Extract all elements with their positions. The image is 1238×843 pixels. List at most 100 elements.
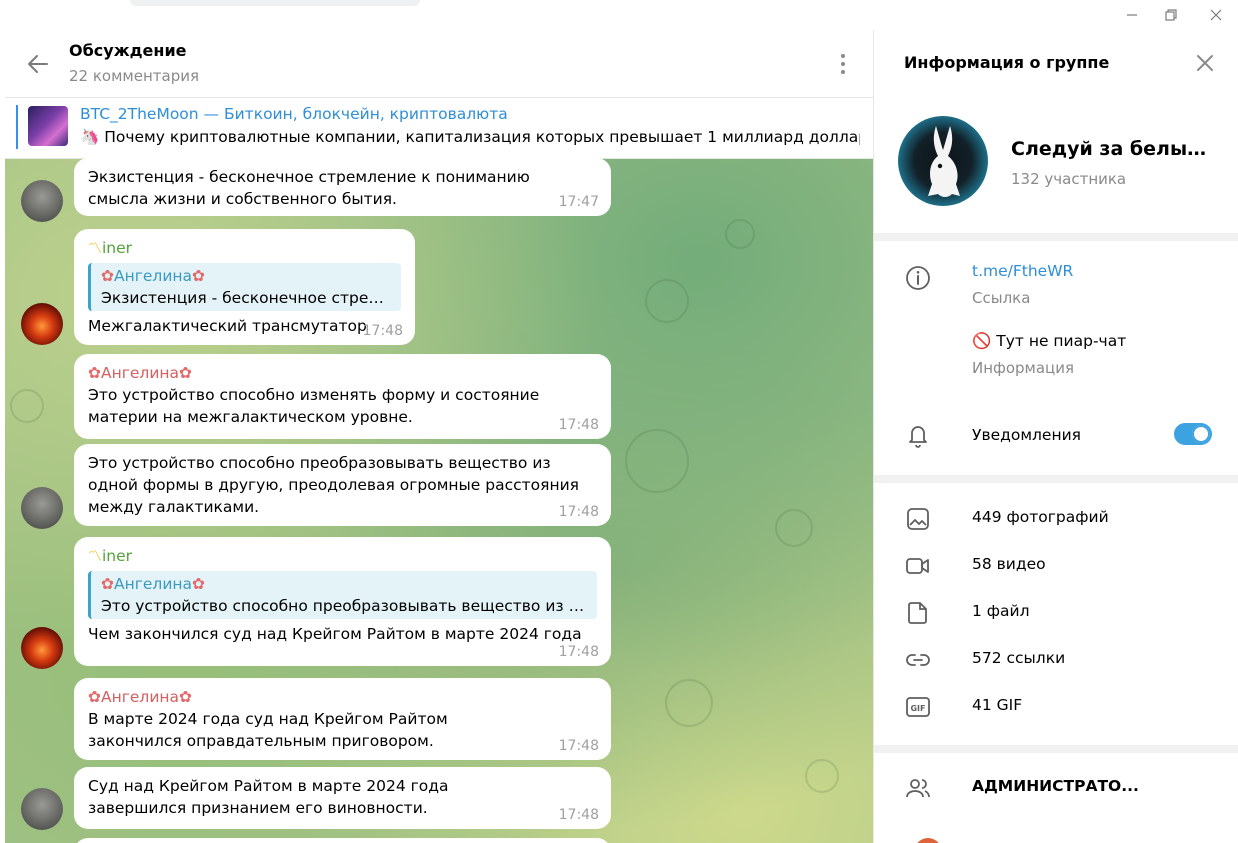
wallpaper-doodle <box>805 759 839 793</box>
sender-name[interactable]: 〽iner <box>88 545 597 568</box>
message-text: Суд над Крейгом Райтом в марте 2024 года… <box>88 777 449 817</box>
group-members: 132 участника <box>1011 170 1127 188</box>
minimize-button[interactable] <box>1117 4 1147 26</box>
message-time: 17:48 <box>558 807 599 823</box>
notifications-label: Уведомления <box>972 426 1081 444</box>
message-bubble[interactable]: 〽iner ✿Ангелина✿ Это устройство способно… <box>74 537 611 666</box>
kebab-dot-icon <box>841 62 845 66</box>
wallpaper-doodle <box>10 389 44 423</box>
gif-icon: GIF <box>906 697 930 717</box>
media-files[interactable]: 1 файл <box>972 602 1030 620</box>
discussion-panel: Обсуждение 22 комментария BTC_2TheMoon —… <box>5 30 873 843</box>
flower-icon: ✿ <box>88 688 101 706</box>
photo-icon <box>907 508 929 530</box>
message-bubble[interactable]: Суд над Крейгом Райтом в марте 2024 года… <box>74 767 611 829</box>
group-link-label: Ссылка <box>972 289 1031 307</box>
restore-icon <box>1165 9 1177 21</box>
wallpaper-doodle <box>645 279 689 323</box>
user-avatar[interactable] <box>21 303 63 345</box>
media-gifs[interactable]: 41 GIF <box>972 696 1022 714</box>
crown-icon: 〽 <box>88 549 102 565</box>
reply-sender: ✿Ангелина✿ <box>101 267 206 285</box>
window-titlebar <box>0 0 1238 30</box>
wallpaper-doodle <box>665 679 713 727</box>
flower-icon: ✿ <box>192 267 206 285</box>
tab-shadow <box>130 0 420 6</box>
sender-name[interactable]: 〽iner <box>88 237 401 260</box>
reply-text: Это устройство способно преобразовывать … <box>101 597 587 615</box>
wallpaper-doodle <box>625 429 689 493</box>
message-bubble[interactable]: 〽iner ✿Ангелина✿ Экзистенция - бесконечн… <box>74 229 415 345</box>
admins-header[interactable]: АДМИНИСТРАТО... <box>972 777 1139 795</box>
pinned-channel-name: BTC_2TheMoon — Биткоин, блокчейн, крипто… <box>80 105 508 123</box>
message-text: В марте 2024 года суд над Крейгом Райтом… <box>88 710 448 750</box>
group-avatar[interactable] <box>898 116 988 206</box>
pinned-thumbnail <box>28 106 68 146</box>
message-time: 17:48 <box>558 644 599 660</box>
user-avatar[interactable] <box>21 788 63 830</box>
admin-avatar-partial[interactable] <box>914 838 942 843</box>
kebab-dot-icon <box>841 54 845 58</box>
message-bubble[interactable]: ✿Ангелина✿ Это устройство способно измен… <box>74 354 611 439</box>
group-description: 🚫 Тут не пиар-чат <box>972 332 1127 350</box>
media-photos[interactable]: 449 фотографий <box>972 508 1109 526</box>
close-window-button[interactable] <box>1201 4 1231 26</box>
message-bubble[interactable]: Это устройство способно преобразовывать … <box>74 444 611 526</box>
message-time: 17:47 <box>558 194 599 210</box>
message-time: 17:48 <box>558 738 599 754</box>
users-icon <box>906 779 930 798</box>
group-info-title: Информация о группе <box>904 53 1110 72</box>
reply-quote[interactable]: ✿Ангелина✿ Это устройство способно преоб… <box>88 571 597 619</box>
media-links[interactable]: 572 ссылки <box>972 649 1065 667</box>
flower-icon: ✿ <box>101 267 114 285</box>
user-avatar[interactable] <box>21 487 63 529</box>
minimize-icon <box>1127 14 1137 16</box>
wallpaper-doodle <box>725 219 755 249</box>
comments-count: 22 комментария <box>69 67 199 85</box>
pinned-post-text: 🦄 Почему криптовалютные компании, капита… <box>80 128 860 146</box>
file-icon <box>908 602 927 624</box>
group-info-panel: Информация о группе Следуй за белым ... … <box>873 30 1238 843</box>
bell-icon <box>909 426 927 448</box>
flower-icon: ✿ <box>192 575 206 593</box>
pinned-post[interactable]: BTC_2TheMoon — Биткоин, блокчейн, крипто… <box>5 98 873 159</box>
back-button[interactable] <box>25 51 51 77</box>
reply-sender: ✿Ангелина✿ <box>101 575 206 593</box>
media-videos[interactable]: 58 видео <box>972 555 1046 573</box>
user-avatar[interactable] <box>21 627 63 669</box>
message-time: 17:48 <box>558 504 599 520</box>
close-icon <box>1197 55 1213 71</box>
video-icon <box>906 558 929 574</box>
discussion-header: Обсуждение 22 комментария <box>5 30 873 98</box>
reply-text: Экзистенция - бесконечное стремл... <box>101 289 391 307</box>
message-bubble[interactable]: ✿Ангелина✿ В марте 2024 года суд над Кре… <box>74 678 611 760</box>
kebab-dot-icon <box>841 70 845 74</box>
section-divider <box>874 745 1238 753</box>
sender-name[interactable]: ✿Ангелина✿ <box>88 686 597 708</box>
section-divider <box>874 233 1238 241</box>
message-text: Это устройство способно преобразовывать … <box>88 454 580 516</box>
info-icon <box>906 266 930 290</box>
close-info-button[interactable] <box>1192 50 1218 76</box>
message-bubble[interactable]: Экзистенция - бесконечное стремление к п… <box>74 158 611 216</box>
close-icon <box>1210 9 1222 21</box>
flower-icon: ✿ <box>101 575 114 593</box>
group-link[interactable]: t.me/FtheWR <box>972 262 1073 280</box>
link-icon <box>906 654 930 666</box>
user-avatar[interactable] <box>21 180 63 222</box>
more-menu-button[interactable] <box>831 50 855 78</box>
discussion-title: Обсуждение <box>69 41 187 60</box>
notifications-toggle[interactable] <box>1174 423 1212 445</box>
message-text: Экзистенция - бесконечное стремление к п… <box>88 168 530 208</box>
message-bubble-partial[interactable] <box>74 838 611 843</box>
reply-quote[interactable]: ✿Ангелина✿ Экзистенция - бесконечное стр… <box>88 263 401 311</box>
flower-icon: ✿ <box>179 364 193 382</box>
restore-button[interactable] <box>1156 4 1186 26</box>
crown-icon: 〽 <box>88 241 102 257</box>
group-name: Следуй за белым ... <box>1011 138 1216 160</box>
message-time: 17:48 <box>362 323 403 339</box>
sender-name[interactable]: ✿Ангелина✿ <box>88 362 597 384</box>
pinned-accent-bar <box>16 105 18 149</box>
message-text: Чем закончился суд над Крейгом Райтом в … <box>88 625 582 643</box>
message-time: 17:48 <box>558 417 599 433</box>
